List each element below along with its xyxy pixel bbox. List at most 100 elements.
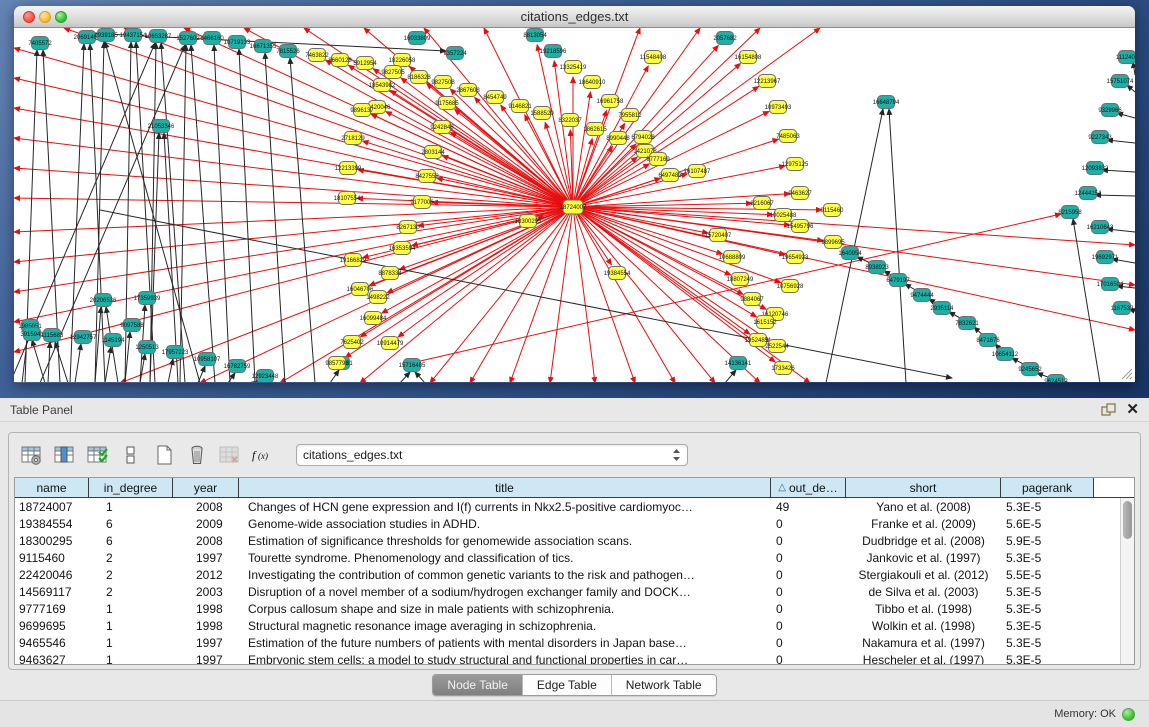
table-cell[interactable]: Franke et al. (2009) — [846, 515, 1001, 532]
table-cell[interactable]: Wolkin et al. (1998) — [846, 617, 1001, 634]
table-cell[interactable]: 18724007 — [15, 498, 89, 515]
table-cell[interactable]: 5.5E-5 — [1001, 566, 1094, 583]
table-cell[interactable]: 14569117 — [15, 583, 89, 600]
table-cell[interactable]: 9465546 — [15, 634, 89, 651]
table-row[interactable]: 946362711997Embryonic stem cells: a mode… — [15, 651, 1134, 665]
delete-attribute-icon[interactable] — [185, 444, 209, 466]
table-cell[interactable]: Changes of HCN gene expression and I(f) … — [239, 498, 771, 515]
table-cell[interactable]: 5.3E-5 — [1001, 617, 1094, 634]
table-cell[interactable]: 6 — [89, 532, 173, 549]
table-cell[interactable]: 9699695 — [15, 617, 89, 634]
table-cell[interactable]: Tibbo et al. (1998) — [846, 600, 1001, 617]
table-cell[interactable]: 2008 — [173, 532, 239, 549]
zoom-window-button[interactable] — [55, 11, 67, 23]
table-cell[interactable]: 5.3E-5 — [1001, 634, 1094, 651]
table-cell[interactable]: 1 — [89, 498, 173, 515]
close-window-button[interactable] — [23, 11, 35, 23]
table-cell[interactable]: Jankovic et al. (1997) — [846, 549, 1001, 566]
table-cell[interactable]: Nakamura et al. (1997) — [846, 634, 1001, 651]
table-cell[interactable]: 1 — [89, 634, 173, 651]
table-cell[interactable]: 0 — [771, 515, 846, 532]
table-cell[interactable]: 5.3E-5 — [1001, 549, 1094, 566]
network-canvas[interactable]: 7405572206914062939185194371541065328715… — [14, 28, 1135, 382]
table-cell[interactable]: Yano et al. (2008) — [846, 498, 1001, 515]
network-graph[interactable]: 7405572206914062939185194371541065328715… — [14, 28, 1135, 382]
table-cell[interactable]: Structural magnetic resonance image aver… — [239, 617, 771, 634]
table-cell[interactable]: 49 — [771, 498, 846, 515]
table-cell[interactable]: 5.3E-5 — [1001, 651, 1094, 665]
column-visibility-icon[interactable] — [53, 444, 77, 466]
column-header-name[interactable]: name — [15, 478, 89, 498]
table-row[interactable]: 977716911998Corpus callosum shape and si… — [15, 600, 1134, 617]
table-cell[interactable]: 0 — [771, 617, 846, 634]
table-cell[interactable]: 0 — [771, 651, 846, 665]
row-select-icon[interactable] — [86, 444, 110, 466]
table-cell[interactable]: 1997 — [173, 651, 239, 665]
new-table-icon[interactable] — [152, 444, 176, 466]
table-cell[interactable]: 2003 — [173, 583, 239, 600]
table-cell[interactable]: 9463627 — [15, 651, 89, 665]
table-cell[interactable]: 2 — [89, 566, 173, 583]
table-cell[interactable]: 0 — [771, 549, 846, 566]
table-cell[interactable]: 1 — [89, 617, 173, 634]
table-vertical-scrollbar[interactable] — [1120, 498, 1134, 665]
column-header-out_de[interactable]: △out_de… — [771, 478, 846, 498]
column-header-title[interactable]: title — [239, 478, 771, 498]
tab-edge-table[interactable]: Edge Table — [523, 675, 612, 695]
table-cell[interactable]: 5.3E-5 — [1001, 583, 1094, 600]
table-cell[interactable]: 2012 — [173, 566, 239, 583]
table-cell[interactable]: 0 — [771, 600, 846, 617]
table-row[interactable]: 946554611997Estimation of the future num… — [15, 634, 1134, 651]
table-cell[interactable]: 1998 — [173, 617, 239, 634]
column-header-short[interactable]: short — [846, 478, 1001, 498]
table-cell[interactable]: 1 — [89, 600, 173, 617]
table-cell[interactable]: Corpus callosum shape and size in male p… — [239, 600, 771, 617]
table-row[interactable]: 1872400712008Changes of HCN gene express… — [15, 498, 1134, 515]
close-panel-icon[interactable]: ✕ — [1126, 403, 1139, 417]
table-cell[interactable]: 9777169 — [15, 600, 89, 617]
table-cell[interactable]: 2008 — [173, 498, 239, 515]
cell-format-icon[interactable] — [119, 444, 143, 466]
table-cell[interactable]: Hescheler et al. (1997) — [846, 651, 1001, 665]
table-cell[interactable]: Embryonic stem cells: a model to study s… — [239, 651, 771, 665]
table-cell[interactable]: 2009 — [173, 515, 239, 532]
table-cell[interactable]: Investigating the contribution of common… — [239, 566, 771, 583]
table-row[interactable]: 911546021997Tourette syndrome. Phenomeno… — [15, 549, 1134, 566]
table-row[interactable]: 2242004622012Investigating the contribut… — [15, 566, 1134, 583]
table-cell[interactable]: 2 — [89, 583, 173, 600]
table-cell[interactable]: 1 — [89, 651, 173, 665]
table-cell[interactable]: 1998 — [173, 600, 239, 617]
table-cell[interactable]: 0 — [771, 634, 846, 651]
table-row[interactable]: 1830029562008Estimation of significance … — [15, 532, 1134, 549]
delete-table-icon[interactable] — [218, 444, 242, 466]
table-cell[interactable]: Stergiakouli et al. (2012) — [846, 566, 1001, 583]
function-builder-icon[interactable]: f(x) — [251, 444, 275, 466]
table-row[interactable]: 969969511998Structural magnetic resonanc… — [15, 617, 1134, 634]
column-header-year[interactable]: year — [173, 478, 239, 498]
table-cell[interactable]: 5.3E-5 — [1001, 600, 1094, 617]
table-cell[interactable]: Estimation of significance thresholds fo… — [239, 532, 771, 549]
table-cell[interactable]: 5.6E-5 — [1001, 515, 1094, 532]
column-header-in_degree[interactable]: in_degree — [89, 478, 173, 498]
table-cell[interactable]: Tourette syndrome. Phenomenology and cla… — [239, 549, 771, 566]
table-cell[interactable]: 0 — [771, 566, 846, 583]
minimize-window-button[interactable] — [39, 11, 51, 23]
table-cell[interactable]: de Silva et al. (2003) — [846, 583, 1001, 600]
tab-node-table[interactable]: Node Table — [433, 675, 523, 695]
table-row[interactable]: 1456911722003Disruption of a novel membe… — [15, 583, 1134, 600]
network-window-titlebar[interactable]: citations_edges.txt — [14, 6, 1135, 28]
table-cell[interactable]: 1997 — [173, 549, 239, 566]
table-row[interactable]: 1938455462009Genome-wide association stu… — [15, 515, 1134, 532]
table-cell[interactable]: 1997 — [173, 634, 239, 651]
table-cell[interactable]: Genome-wide association studies in ADHD. — [239, 515, 771, 532]
table-cell[interactable]: 22420046 — [15, 566, 89, 583]
scrollbar-thumb[interactable] — [1123, 501, 1132, 539]
table-cell[interactable]: 19384554 — [15, 515, 89, 532]
table-cell[interactable]: Estimation of the future numbers of pati… — [239, 634, 771, 651]
tab-network-table[interactable]: Network Table — [612, 675, 716, 695]
column-header-pagerank[interactable]: pagerank — [1001, 478, 1094, 498]
table-settings-icon[interactable] — [20, 444, 44, 466]
table-cell[interactable]: 0 — [771, 532, 846, 549]
table-cell[interactable]: 9115460 — [15, 549, 89, 566]
table-cell[interactable]: 18300295 — [15, 532, 89, 549]
